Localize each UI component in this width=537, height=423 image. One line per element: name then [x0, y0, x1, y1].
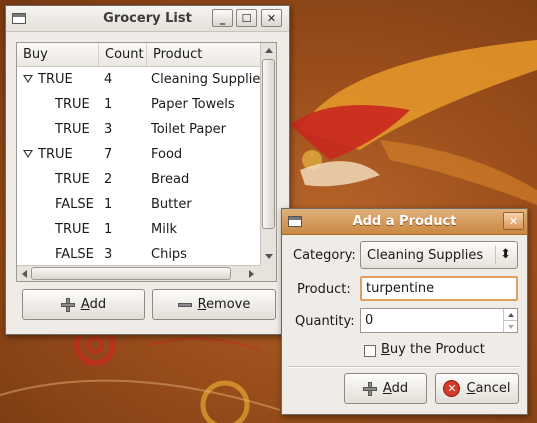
dialog-separator: [288, 366, 521, 368]
quantity-label: Quantity:: [295, 314, 355, 329]
product-field[interactable]: turpentine: [360, 276, 518, 301]
dialog-cancel-label: Cancel: [466, 381, 511, 396]
column-header-count[interactable]: Count: [99, 43, 147, 66]
cell-count: 2: [104, 172, 113, 187]
cell-product: Paper Towels: [151, 97, 235, 112]
tree-item-row[interactable]: FALSE 1 Butter: [17, 192, 260, 217]
remove-button-label: Remove: [197, 297, 251, 312]
grocery-tree-view[interactable]: Buy Count Product TRUE 4 Cleaning Supplies…: [16, 42, 277, 282]
cell-product: Butter: [151, 197, 192, 212]
cell-count: 3: [104, 247, 113, 262]
add-icon: [60, 297, 75, 312]
remove-button[interactable]: Remove: [152, 289, 276, 320]
tree-item-row[interactable]: TRUE 1 Paper Towels: [17, 92, 260, 117]
cell-buy: TRUE: [55, 122, 90, 137]
column-header-buy[interactable]: Buy: [17, 43, 99, 66]
product-value: turpentine: [366, 281, 435, 296]
dialog-cancel-button[interactable]: ✕ Cancel: [435, 373, 519, 404]
expander-expanded-icon[interactable]: [23, 75, 33, 83]
spin-up-icon: [507, 313, 514, 317]
add-product-dialog: Add a Product ✕ Category: Cleaning Suppl…: [281, 208, 528, 415]
cell-count: 4: [104, 72, 113, 87]
expander-expanded-icon[interactable]: [23, 150, 33, 158]
horizontal-scroll-thumb[interactable]: [31, 267, 231, 280]
cell-buy: TRUE: [55, 222, 90, 237]
cancel-icon: ✕: [443, 380, 461, 397]
product-label: Product:: [297, 282, 351, 297]
tree-rows: TRUE 4 Cleaning Supplies TRUE 1 Paper Towels T…: [17, 67, 260, 265]
quantity-decrement-button[interactable]: [503, 320, 517, 332]
category-value: Cleaning Supplies: [367, 248, 484, 263]
buy-product-checkbox[interactable]: [364, 345, 376, 357]
dialog-title: Add a Product: [352, 214, 457, 229]
quantity-stepper[interactable]: 0: [360, 308, 518, 333]
combo-arrows-icon: ⬍: [500, 247, 511, 262]
cell-buy: TRUE: [38, 147, 73, 162]
category-label: Category:: [293, 248, 356, 263]
cell-buy: TRUE: [55, 172, 90, 187]
cell-buy: FALSE: [55, 197, 94, 212]
dialog-close-button[interactable]: ✕: [503, 212, 524, 230]
add-icon: [362, 381, 377, 396]
column-header-product[interactable]: Product: [147, 43, 260, 66]
scroll-left-arrow-icon[interactable]: [22, 270, 27, 278]
cell-product: Bread: [151, 172, 190, 187]
tree-category-row[interactable]: TRUE 7 Food: [17, 142, 260, 167]
vertical-scroll-thumb[interactable]: [262, 59, 275, 229]
tree-header: Buy Count Product: [17, 43, 260, 67]
main-titlebar[interactable]: Grocery List _ ☐ ✕: [6, 6, 289, 32]
scroll-right-arrow-icon[interactable]: [249, 270, 254, 278]
tree-horizontal-scrollbar[interactable]: [17, 265, 260, 281]
category-combo[interactable]: Cleaning Supplies ⬍: [360, 241, 518, 269]
cell-count: 3: [104, 122, 113, 137]
tree-item-row[interactable]: TRUE 2 Bread: [17, 167, 260, 192]
scroll-corner: [260, 265, 276, 281]
close-button[interactable]: ✕: [261, 9, 282, 27]
cell-buy: FALSE: [55, 247, 94, 262]
add-button-label: Add: [80, 297, 107, 312]
cell-buy: TRUE: [38, 72, 73, 87]
scroll-down-arrow-icon[interactable]: [265, 254, 273, 259]
combo-separator: [495, 246, 496, 264]
tree-vertical-scrollbar[interactable]: [260, 43, 276, 265]
tree-item-row[interactable]: TRUE 3 Toilet Paper: [17, 117, 260, 142]
minimize-button[interactable]: _: [212, 9, 233, 27]
cell-product: Toilet Paper: [151, 122, 226, 137]
quantity-value: 0: [365, 313, 374, 328]
add-button[interactable]: Add: [22, 289, 145, 320]
grocery-list-window: Grocery List _ ☐ ✕ Buy Count Product TRU…: [5, 5, 290, 335]
remove-icon: [177, 302, 192, 307]
cell-product: Chips: [151, 247, 187, 262]
cell-count: 7: [104, 147, 113, 162]
tree-category-row[interactable]: TRUE 4 Cleaning Supplies: [17, 67, 260, 92]
buy-product-label[interactable]: Buy the Product: [381, 342, 485, 357]
tree-item-row[interactable]: FALSE 3 Chips: [17, 242, 260, 265]
cell-product: Cleaning Supplies: [151, 72, 260, 87]
cell-buy: TRUE: [55, 97, 90, 112]
cell-count: 1: [104, 97, 113, 112]
maximize-button[interactable]: ☐: [236, 9, 257, 27]
cell-product: Milk: [151, 222, 177, 237]
dialog-titlebar[interactable]: Add a Product ✕: [282, 209, 527, 235]
spin-down-icon: [507, 324, 514, 329]
cell-product: Food: [151, 147, 183, 162]
scroll-up-arrow-icon[interactable]: [265, 48, 273, 53]
tree-item-row[interactable]: TRUE 1 Milk: [17, 217, 260, 242]
cell-count: 1: [104, 222, 113, 237]
dialog-add-button[interactable]: Add: [344, 373, 427, 404]
cell-count: 1: [104, 197, 113, 212]
dialog-add-label: Add: [382, 381, 409, 396]
